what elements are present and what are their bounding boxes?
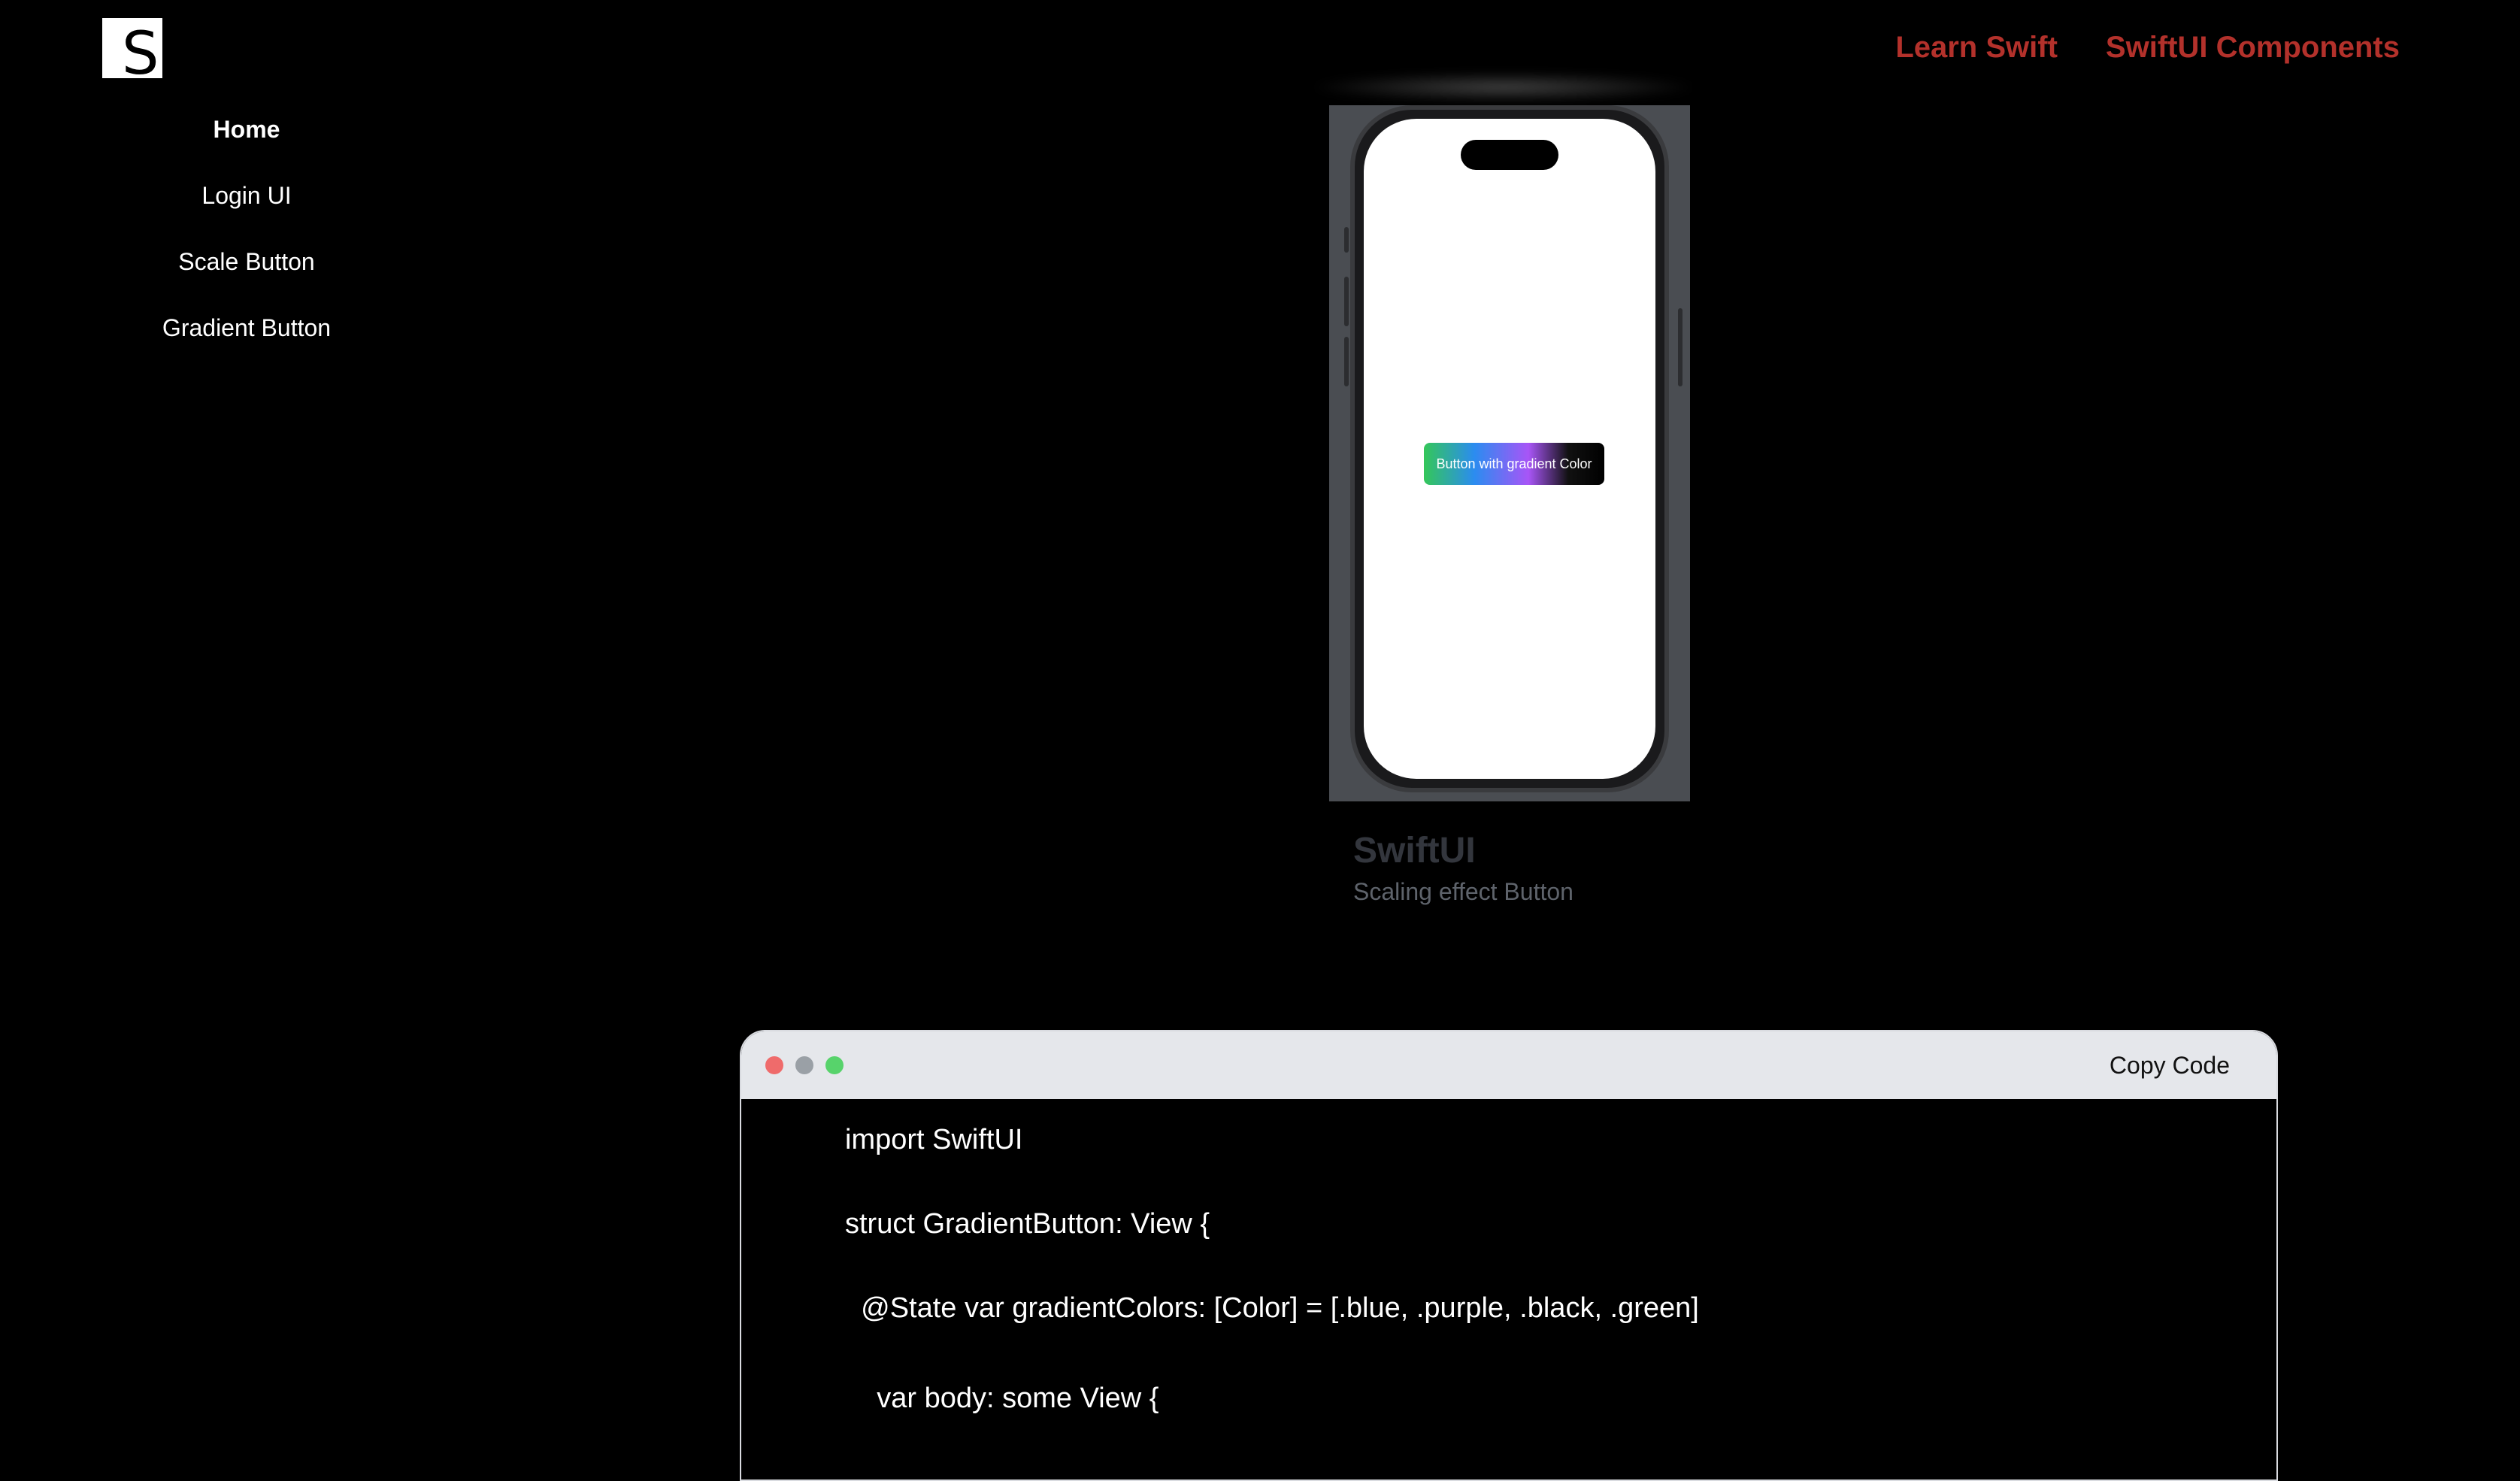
- phone-preview: Button with gradient Color: [1329, 105, 1690, 801]
- gradient-button[interactable]: Button with gradient Color: [1424, 443, 1604, 485]
- zoom-dot-icon: [825, 1056, 844, 1074]
- phone-power-button: [1678, 308, 1683, 386]
- close-dot-icon: [765, 1056, 783, 1074]
- preview-title: SwiftUI: [1353, 831, 1476, 871]
- site-logo[interactable]: S: [102, 18, 162, 78]
- sidebar-item-scale-button[interactable]: Scale Button: [90, 241, 403, 307]
- sidebar-item-login-ui[interactable]: Login UI: [90, 174, 403, 241]
- phone-frame: Button with gradient Color: [1350, 105, 1669, 792]
- logo-letter: S: [122, 20, 159, 78]
- phone-volume-down: [1344, 337, 1349, 386]
- code-window: Copy Code import SwiftUI struct Gradient…: [740, 1030, 2278, 1481]
- nav-swiftui-components[interactable]: SwiftUI Components: [2106, 27, 2400, 68]
- preview-caption: SwiftUI Scaling effect Button: [1353, 827, 1573, 908]
- top-nav: Learn Swift SwiftUI Components: [1895, 27, 2400, 68]
- phone-action-button: [1344, 227, 1349, 253]
- dynamic-island: [1461, 140, 1558, 170]
- code-body[interactable]: import SwiftUI struct GradientButton: Vi…: [741, 1099, 2276, 1479]
- phone-screen: Button with gradient Color: [1364, 119, 1655, 779]
- code-line: @State var gradientColors: [Color] = [.b…: [845, 1292, 1699, 1324]
- phone-volume-up: [1344, 277, 1349, 326]
- sidebar: Home Login UI Scale Button Gradient Butt…: [90, 108, 403, 373]
- preview-glow: [1308, 72, 1699, 102]
- copy-code-button[interactable]: Copy Code: [2110, 1046, 2230, 1084]
- sidebar-item-home[interactable]: Home: [90, 108, 403, 174]
- code-line: struct GradientButton: View {: [845, 1208, 1210, 1240]
- sidebar-item-gradient-button[interactable]: Gradient Button: [90, 307, 403, 373]
- preview-subtitle: Scaling effect Button: [1353, 878, 1573, 905]
- minimize-dot-icon: [795, 1056, 813, 1074]
- nav-learn-swift[interactable]: Learn Swift: [1895, 27, 2058, 68]
- code-line: var body: some View {: [845, 1383, 1159, 1414]
- code-line: import SwiftUI: [845, 1124, 1023, 1155]
- code-window-titlebar: Copy Code: [741, 1031, 2276, 1099]
